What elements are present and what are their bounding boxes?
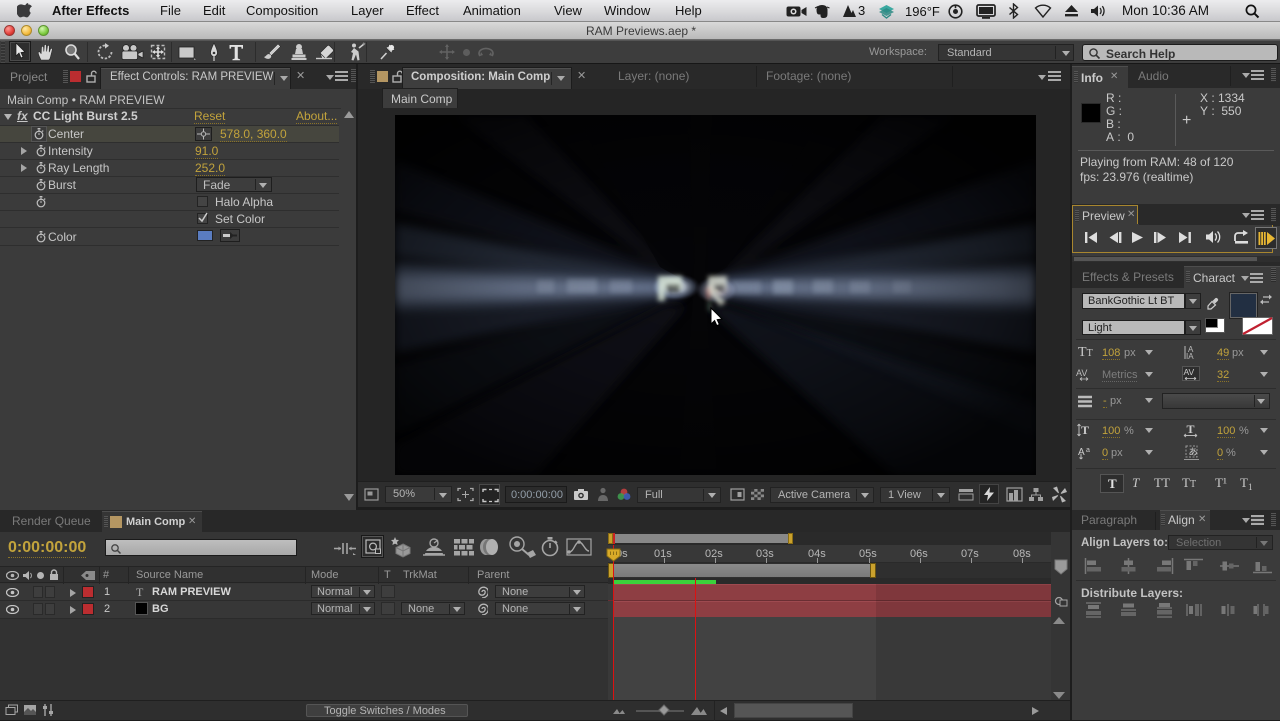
svg-text:T: T bbox=[1187, 422, 1195, 436]
svg-text:あ: あ bbox=[1189, 447, 1198, 457]
svg-text:AV: AV bbox=[1184, 367, 1195, 377]
svg-text:a: a bbox=[1086, 447, 1090, 454]
svg-text:AV: AV bbox=[1076, 368, 1087, 378]
svg-text:IA: IA bbox=[1186, 352, 1194, 360]
svg-text:T: T bbox=[1081, 423, 1089, 437]
